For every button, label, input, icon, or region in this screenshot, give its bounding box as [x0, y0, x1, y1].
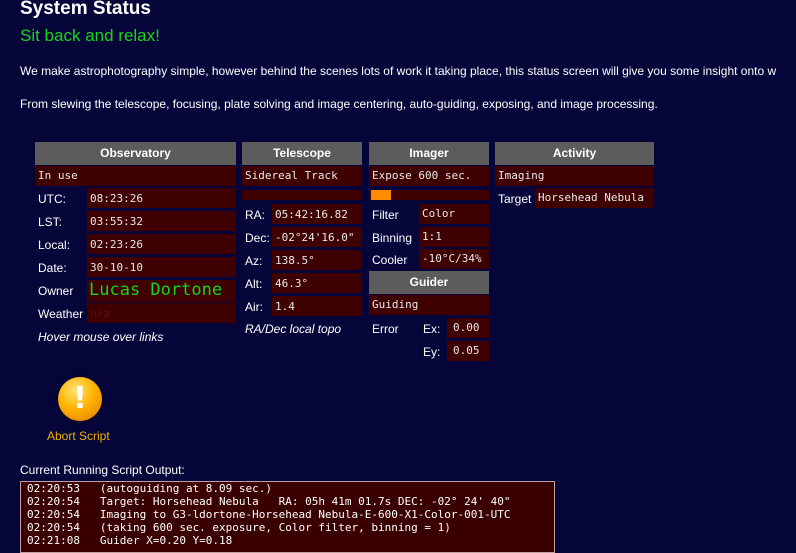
ex-cell: 0.00 [447, 318, 489, 338]
lst-value: 03:55:32 [90, 215, 143, 228]
lst-cell: 03:55:32 [87, 211, 236, 231]
ey-label: Ey: [423, 345, 441, 359]
ex-value: 0.00 [453, 321, 480, 334]
cooler-label: Cooler [372, 253, 408, 267]
activity-status: Imaging [498, 169, 545, 182]
date-cell: 30-10-10 [87, 257, 236, 277]
weather-cell: n/a [87, 303, 236, 323]
filter-cell: Color [419, 204, 489, 224]
console-line: 02:20:54 Target: Horsehead Nebula RA: 05… [27, 495, 511, 508]
observatory-status-cell: In use [35, 166, 236, 186]
guider-status: Guiding [372, 298, 419, 311]
alt-label: Alt: [245, 277, 263, 291]
utc-cell: 08:23:26 [87, 188, 236, 208]
target-label: Target [498, 192, 532, 206]
owner-value[interactable]: Lucas Dortone [89, 280, 222, 300]
local-cell: 02:23:26 [87, 234, 236, 254]
utc-label: UTC: [38, 192, 66, 206]
imager-heading: Imager [369, 142, 489, 165]
observatory-status: In use [38, 169, 78, 182]
air-cell: 1.4 [272, 296, 362, 316]
ra-label: RA: [245, 208, 266, 222]
dec-value: -02°24'16.0" [275, 231, 355, 244]
telescope-mode: Sidereal Track [245, 169, 338, 182]
intro-text-2: From slewing the telescope, focusing, pl… [20, 97, 658, 111]
binning-cell: 1:1 [419, 227, 489, 247]
telescope-bar [242, 190, 362, 200]
ey-value: 0.05 [453, 344, 480, 357]
page-subtitle: Sit back and relax! [20, 26, 160, 45]
air-value: 1.4 [275, 300, 295, 313]
az-value: 138.5° [275, 254, 315, 267]
alt-cell: 46.3° [272, 273, 362, 293]
imager-status-cell: Expose 600 sec. [369, 166, 489, 186]
target-value[interactable]: Horsehead Nebula [538, 191, 644, 204]
az-label: Az: [245, 254, 263, 268]
ra-value: 05:42:16.82 [275, 208, 348, 221]
telescope-heading: Telescope [242, 142, 362, 165]
cooler-value: -10°C/34% [422, 252, 482, 265]
ra-cell: 05:42:16.82 [272, 204, 362, 224]
date-value: 30-10-10 [90, 261, 143, 274]
guider-error-label: Error [372, 322, 399, 336]
date-label: Date: [38, 261, 67, 275]
activity-status-cell: Imaging [495, 166, 654, 186]
exposure-progress-fill [371, 190, 391, 200]
console-line: 02:20:53 (autoguiding at 8.09 sec.) [27, 482, 273, 495]
abort-script-button[interactable]: Abort Script [47, 429, 110, 443]
script-output-console[interactable]: 02:20:53 (autoguiding at 8.09 sec.) 02:2… [20, 481, 555, 553]
guider-heading: Guider [369, 271, 489, 294]
exclamation-icon[interactable]: ! [58, 377, 102, 421]
target-cell: Horsehead Nebula [535, 188, 654, 208]
weather-label: Weather [38, 307, 84, 321]
filter-value: Color [422, 207, 456, 220]
binning-value: 1:1 [422, 230, 442, 243]
dec-label: Dec: [245, 231, 270, 245]
observatory-heading: Observatory [35, 142, 236, 165]
lst-label: LST: [38, 215, 63, 229]
filter-label: Filter [372, 208, 399, 222]
imager-status: Expose 600 sec. [372, 169, 472, 182]
air-label: Air: [245, 300, 263, 314]
owner-label: Owner [38, 284, 74, 298]
console-heading: Current Running Script Output: [20, 463, 185, 477]
utc-value: 08:23:26 [90, 192, 143, 205]
intro-text-1: We make astrophotography simple, however… [20, 64, 777, 78]
weather-value[interactable]: n/a [90, 307, 110, 320]
ey-cell: 0.05 [447, 341, 489, 361]
console-line: 02:20:54 (taking 600 sec. exposure, Colo… [27, 521, 451, 534]
dec-cell: -02°24'16.0" [272, 227, 362, 247]
local-value: 02:23:26 [90, 238, 143, 251]
exposure-progress-bar [369, 190, 489, 200]
telescope-mode-cell: Sidereal Track [242, 166, 362, 186]
activity-heading: Activity [495, 142, 654, 165]
az-cell: 138.5° [272, 250, 362, 270]
telescope-note: RA/Dec local topo [245, 322, 342, 336]
hover-note: Hover mouse over links [38, 330, 164, 344]
owner-cell: Lucas Dortone [87, 280, 236, 302]
page-title: System Status [20, 0, 151, 19]
console-line: 02:20:54 Imaging to G3-ldortone-Horsehea… [27, 508, 511, 521]
local-label: Local: [38, 238, 71, 252]
binning-label: Binning [372, 231, 413, 245]
guider-status-cell: Guiding [369, 295, 489, 315]
ex-label: Ex: [423, 322, 441, 336]
alt-value: 46.3° [275, 277, 309, 290]
cooler-cell: -10°C/34% [419, 249, 489, 269]
